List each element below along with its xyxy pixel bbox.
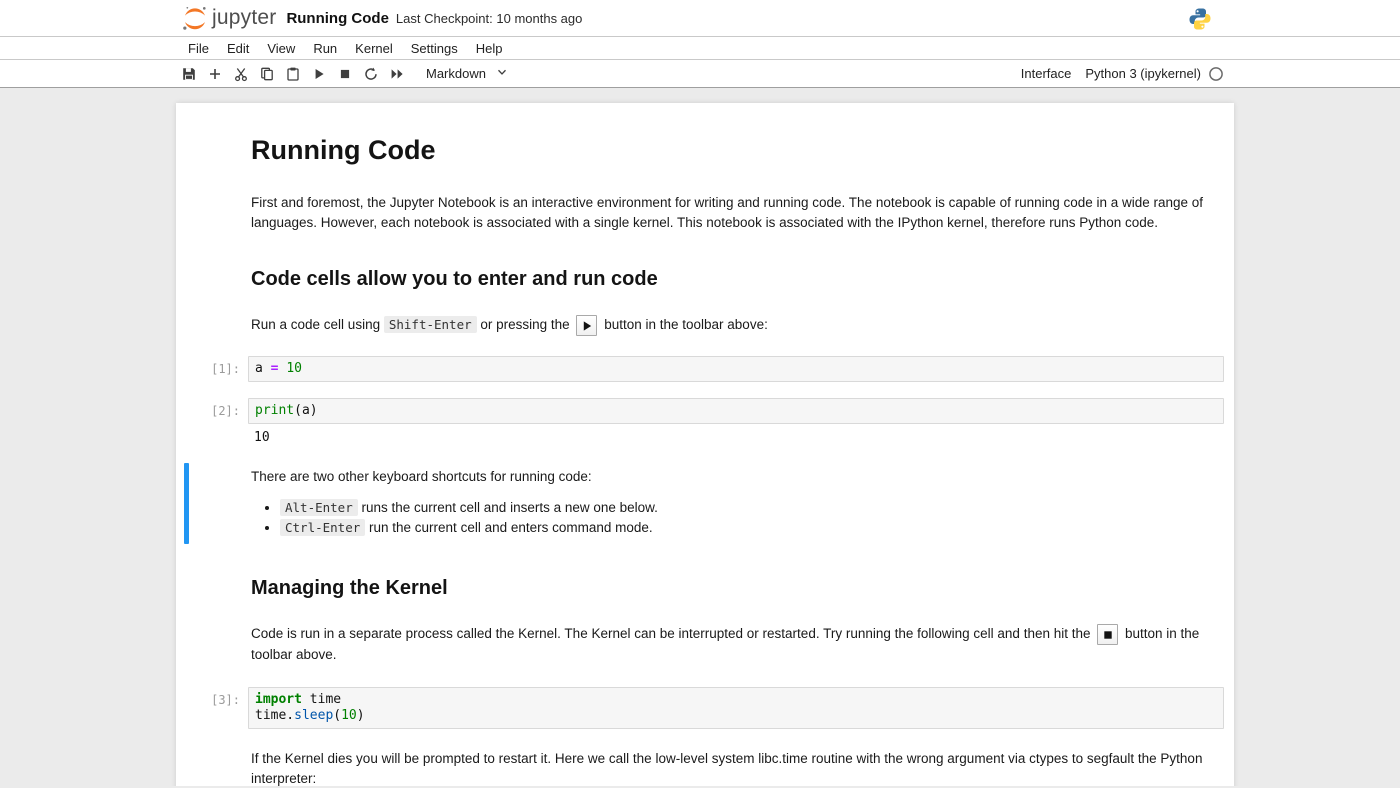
run-instructions-before: Run a code cell using (251, 317, 384, 333)
stop-icon[interactable] (332, 61, 358, 87)
markdown-cell-code-cells[interactable]: Code cells allow you to enter and run co… (176, 265, 1234, 293)
jupyter-logo[interactable]: jupyter (182, 5, 276, 32)
cut-icon[interactable] (228, 61, 254, 87)
list-item: Ctrl-Enter run the current cell and ente… (280, 518, 1204, 538)
checkpoint-label: Last Checkpoint: 10 months ago (395, 10, 583, 26)
kernel-paragraph[interactable]: Code is run in a separate process called… (176, 624, 1234, 665)
menu-bar: File Edit View Run Kernel Settings Help (0, 37, 1400, 60)
kbd-ctrl-enter: Ctrl-Enter (280, 519, 366, 536)
input-prompt: [3]: (211, 693, 240, 707)
run-instructions-middle: or pressing the (476, 317, 574, 333)
python-logo-icon (1188, 7, 1212, 31)
shortcuts-list: Alt-Enter runs the current cell and inse… (251, 498, 1204, 538)
kbd-shift-enter: Shift-Enter (383, 316, 477, 334)
menu-view[interactable]: View (258, 41, 304, 56)
code-input[interactable]: print(a) (248, 398, 1224, 424)
run-instructions-paragraph[interactable]: Run a code cell using Shift-Enter or pre… (176, 315, 1234, 336)
kernel-paragraph-before: Code is run in a separate process called… (251, 626, 1095, 642)
cell-output-2: 10 (176, 430, 1224, 445)
output-prompt (176, 430, 248, 445)
code-cell-2[interactable]: [2]: print(a) (176, 398, 1224, 424)
page-title: Running Code (251, 135, 436, 165)
insert-cell-icon[interactable] (202, 61, 228, 87)
code-cell-1[interactable]: [1]: a = 10 (176, 356, 1224, 382)
run-icon[interactable] (306, 61, 332, 87)
code-input[interactable]: import time time.sleep(10) (248, 687, 1224, 729)
shortcuts-intro: There are two other keyboard shortcuts f… (251, 469, 592, 484)
paste-icon[interactable] (280, 61, 306, 87)
code-cell-3[interactable]: [3]: import time time.sleep(10) (176, 687, 1224, 729)
list-item: Alt-Enter runs the current cell and inse… (280, 498, 1204, 518)
kernel-status-icon[interactable] (1208, 66, 1224, 82)
input-prompt: [2]: (211, 404, 240, 418)
inline-run-button-image (576, 315, 598, 336)
copy-icon[interactable] (254, 61, 280, 87)
kernel-name[interactable]: Python 3 (ipykernel) (1085, 66, 1201, 81)
cell-type-dropdown[interactable]: Markdown (426, 65, 509, 82)
save-icon[interactable] (176, 61, 202, 87)
restart-icon[interactable] (358, 61, 384, 87)
notebook-header: jupyter Running Code Last Checkpoint: 10… (0, 0, 1400, 37)
kbd-alt-enter: Alt-Enter (280, 499, 358, 516)
markdown-cell-shortcuts[interactable]: There are two other keyboard shortcuts f… (176, 463, 1234, 544)
section-heading-kernel: Managing the Kernel (251, 577, 448, 599)
run-instructions-after: button in the toolbar above: (600, 317, 768, 333)
run-all-icon[interactable] (384, 61, 410, 87)
menu-file[interactable]: File (179, 41, 218, 56)
output-text: 10 (254, 430, 270, 445)
menu-kernel[interactable]: Kernel (346, 41, 402, 56)
jupyter-wordmark: jupyter (212, 6, 277, 29)
shortcut-text: runs the current cell and inserts a new … (357, 500, 658, 515)
inline-stop-button-image (1097, 624, 1119, 645)
segfault-paragraph[interactable]: If the Kernel dies you will be prompted … (176, 749, 1234, 786)
workspace: Running Code First and foremost, the Jup… (0, 88, 1400, 786)
notebook-panel: Running Code First and foremost, the Jup… (176, 103, 1234, 786)
markdown-cell-title[interactable]: Running Code (176, 133, 1234, 167)
chevron-down-icon (486, 65, 509, 82)
markdown-cell-kernel[interactable]: Managing the Kernel (176, 574, 1234, 602)
intro-paragraph[interactable]: First and foremost, the Jupyter Notebook… (176, 193, 1234, 233)
interface-label[interactable]: Interface (1021, 66, 1072, 81)
section-heading-code-cells: Code cells allow you to enter and run co… (251, 268, 658, 290)
code-input[interactable]: a = 10 (248, 356, 1224, 382)
input-prompt: [1]: (211, 362, 240, 376)
selected-cell-indicator (184, 463, 189, 544)
notebook-title[interactable]: Running Code (286, 10, 388, 27)
toolbar: Markdown Interface Python 3 (ipykernel) (0, 60, 1400, 88)
shortcut-text: run the current cell and enters command … (365, 520, 653, 535)
menu-run[interactable]: Run (304, 41, 346, 56)
menu-help[interactable]: Help (467, 41, 512, 56)
menu-settings[interactable]: Settings (402, 41, 467, 56)
cell-type-value: Markdown (426, 66, 486, 81)
jupyter-planet-icon (182, 5, 208, 32)
menu-edit[interactable]: Edit (218, 41, 258, 56)
